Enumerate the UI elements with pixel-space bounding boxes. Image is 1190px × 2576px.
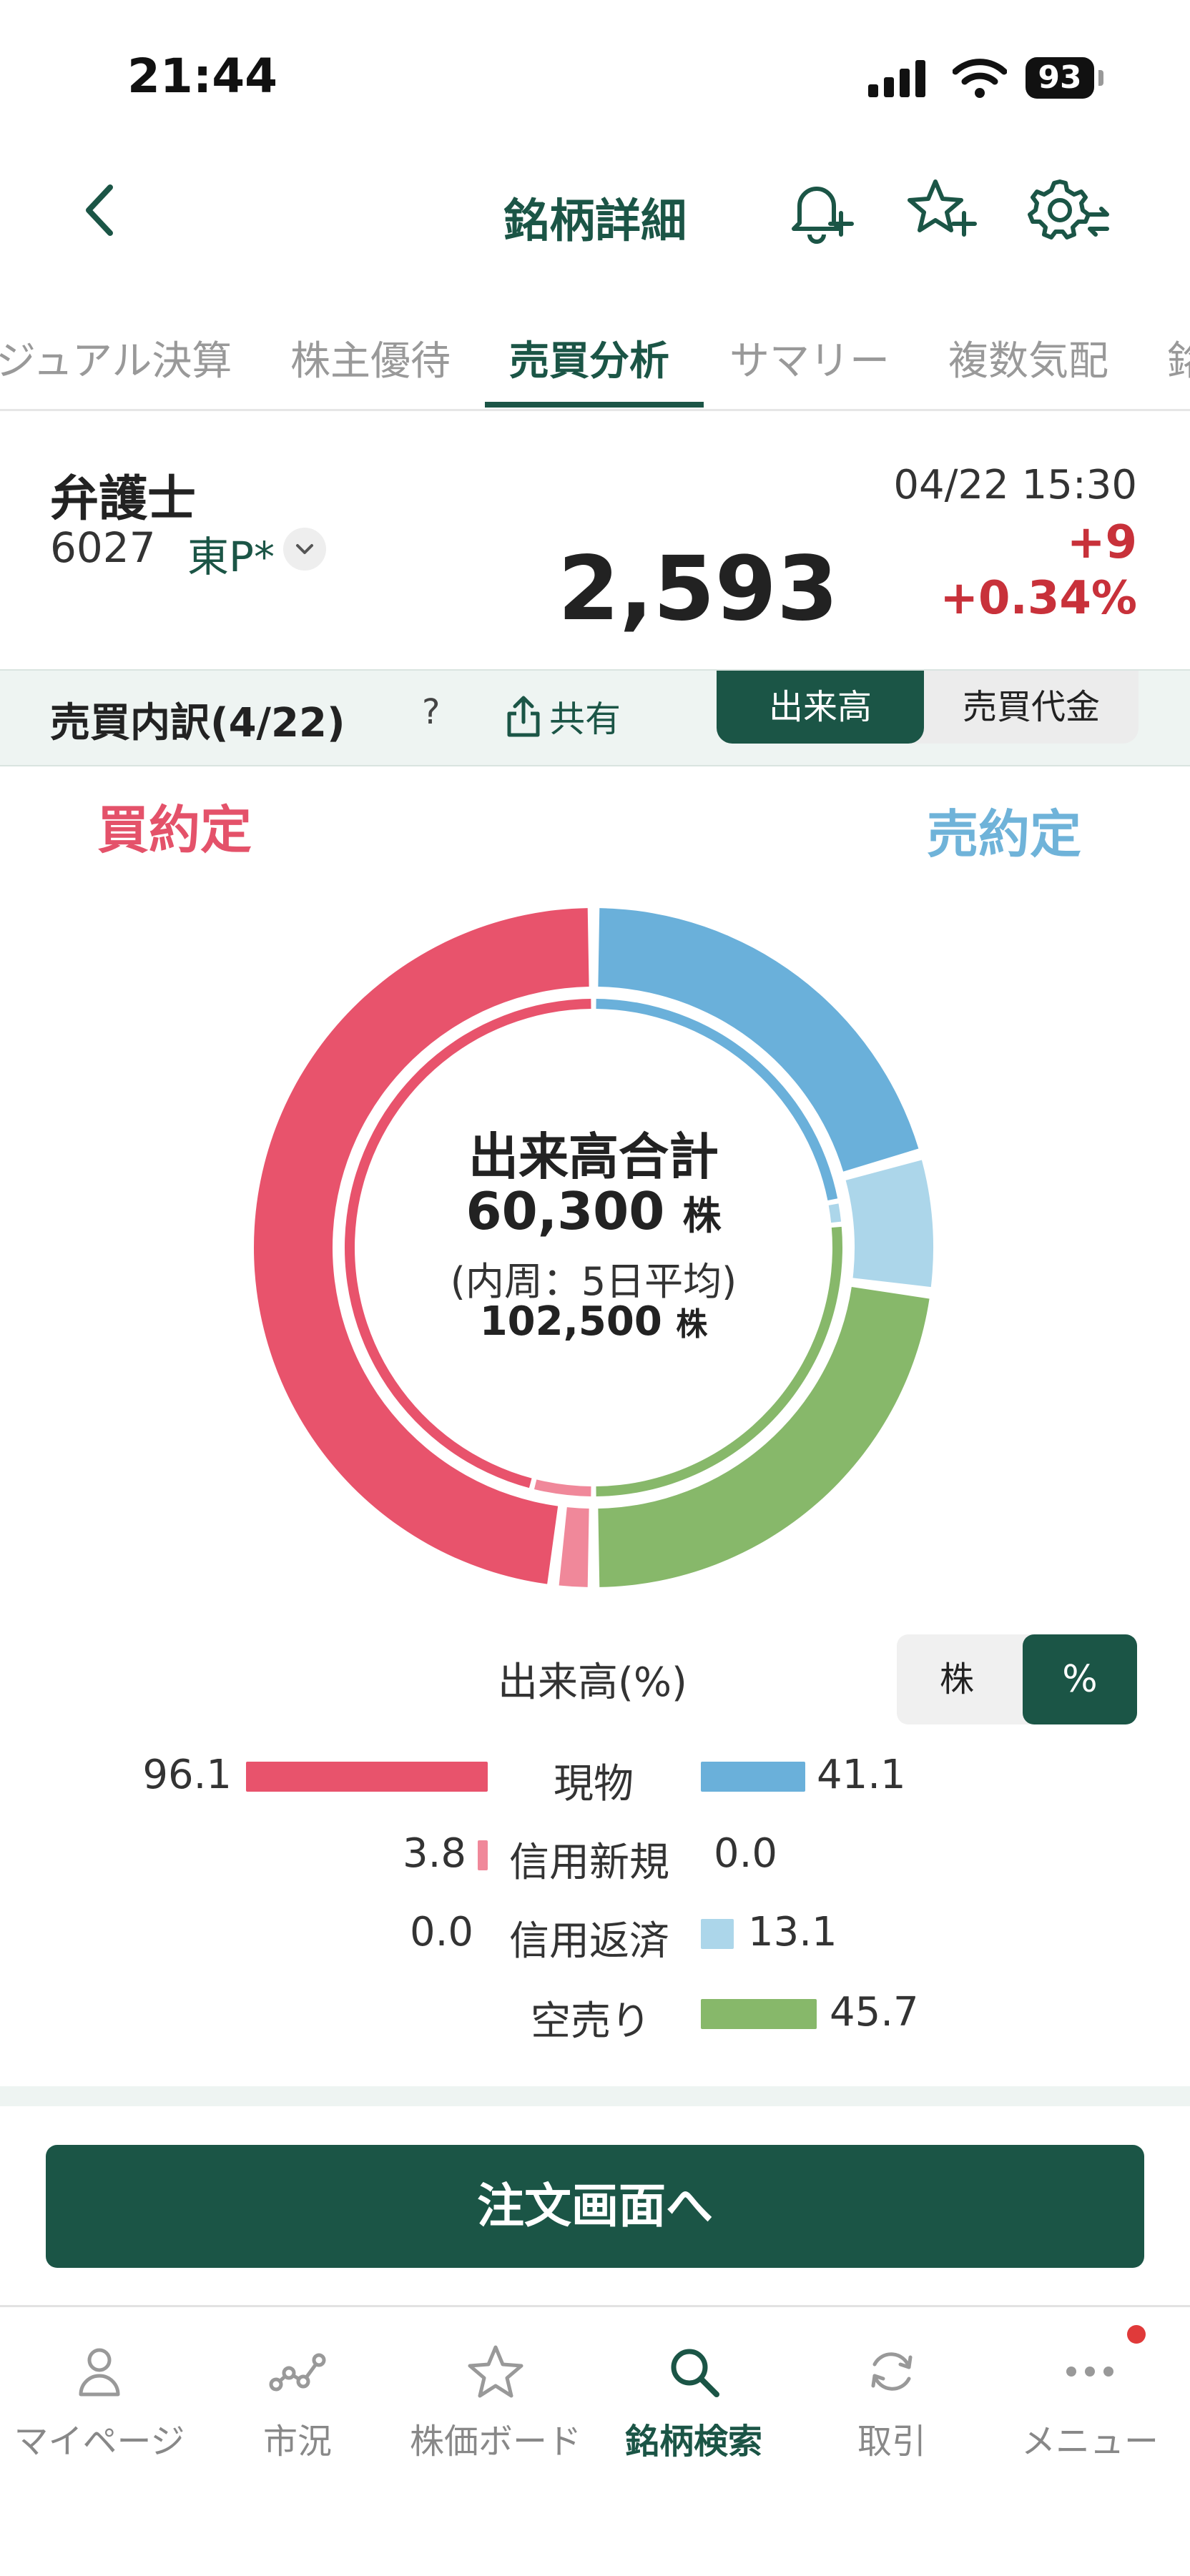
search-icon bbox=[671, 2349, 719, 2397]
chart-center-title: 出来高合計 bbox=[468, 1127, 719, 1186]
segment-volume[interactable]: 出来高 bbox=[717, 671, 924, 744]
sell-bar bbox=[701, 1999, 817, 2029]
tab-multi-quotes[interactable]: 複数気配 bbox=[948, 329, 1108, 387]
tab-bar: ジュアル決算 株主優待 売買分析 サマリー 複数気配 銘 bbox=[0, 300, 1190, 411]
market-chart-icon bbox=[269, 2353, 326, 2392]
stock-code: 6027 bbox=[50, 523, 156, 572]
star-icon bbox=[468, 2345, 523, 2398]
breakdown-title: 出来高(%) bbox=[498, 1659, 687, 1706]
tab-shareholder-benefits[interactable]: 株主優待 bbox=[290, 329, 451, 387]
segment-trading-value[interactable]: 売買代金 bbox=[924, 671, 1139, 744]
sell-value: 0.0 bbox=[714, 1830, 778, 1877]
nav-market[interactable]: 市況 bbox=[198, 2307, 397, 2493]
nav-stock-search[interactable]: 銘柄検索 bbox=[594, 2307, 793, 2493]
donut-outer-segment-3 bbox=[559, 1507, 589, 1587]
settings-sync-icon[interactable] bbox=[1027, 174, 1110, 246]
stock-price: 2,593 bbox=[558, 538, 839, 641]
nav-trade[interactable]: 取引 bbox=[792, 2307, 991, 2493]
row-label: 信用返済 bbox=[509, 1918, 669, 1965]
toggle-shares[interactable]: 株 bbox=[897, 1634, 1017, 1724]
price-change: +9 bbox=[1066, 516, 1137, 569]
sell-bar bbox=[701, 1762, 805, 1792]
nav-label: 株価ボード bbox=[409, 2422, 581, 2462]
help-icon[interactable]: ? bbox=[422, 692, 440, 732]
section-title: 売買内訳(4/22) bbox=[50, 700, 345, 746]
breakdown-row-margin-close: 0.0 信用返済 13.1 bbox=[0, 1902, 1190, 1966]
status-time: 21:44 bbox=[127, 49, 278, 104]
order-button[interactable]: 注文画面へ bbox=[46, 2145, 1144, 2268]
person-icon bbox=[79, 2348, 120, 2397]
notification-dot bbox=[1127, 2325, 1146, 2344]
buy-bar bbox=[478, 1840, 488, 1870]
average-volume: 102,500 bbox=[479, 1298, 662, 1345]
metric-segmented-control: 出来高 売買代金 bbox=[717, 671, 1139, 744]
section-bar: 売買内訳(4/22) ? 共有 出来高 売買代金 bbox=[0, 669, 1190, 766]
battery-indicator: 93 bbox=[1026, 57, 1094, 99]
unit-toggle: 株 % bbox=[897, 1634, 1137, 1724]
chevron-down-icon[interactable] bbox=[283, 528, 326, 571]
buy-label: 買約定 bbox=[97, 800, 252, 860]
buy-bar bbox=[246, 1762, 488, 1792]
row-label: 信用新規 bbox=[509, 1840, 669, 1886]
wifi-icon bbox=[953, 59, 1007, 98]
nav-mypage[interactable]: マイページ bbox=[0, 2307, 199, 2493]
row-label: 現物 bbox=[554, 1761, 634, 1807]
alert-add-icon[interactable] bbox=[785, 177, 857, 246]
chart-center-total: 60,300 株 bbox=[322, 1181, 865, 1241]
buy-value: 96.1 bbox=[142, 1752, 232, 1798]
buy-value: 0.0 bbox=[409, 1909, 473, 1955]
more-icon bbox=[1066, 2367, 1113, 2377]
quote-datetime: 04/22 15:30 bbox=[893, 462, 1137, 508]
page-title: 銘柄詳細 bbox=[503, 195, 687, 248]
sell-value: 13.1 bbox=[748, 1909, 837, 1955]
stock-market[interactable]: 東P* bbox=[187, 523, 275, 583]
sell-bar bbox=[701, 1919, 734, 1949]
sell-label: 売約定 bbox=[927, 804, 1082, 864]
toggle-percent[interactable]: % bbox=[1023, 1634, 1137, 1724]
buy-value: 3.8 bbox=[402, 1830, 466, 1877]
price-change-percent: +0.34% bbox=[940, 572, 1137, 625]
breakdown-row-margin-new: 3.8 信用新規 0.0 bbox=[0, 1823, 1190, 1887]
row-label: 空売り bbox=[531, 1998, 651, 2045]
favorite-add-icon[interactable] bbox=[907, 176, 978, 245]
chart-center-average: 102,500 株 bbox=[322, 1298, 865, 1345]
stock-name: 弁護士 bbox=[50, 471, 197, 528]
share-icon bbox=[507, 696, 540, 737]
sell-value: 41.1 bbox=[817, 1752, 906, 1798]
share-button[interactable]: 共有 bbox=[505, 684, 621, 749]
nav-label: マイページ bbox=[14, 2422, 185, 2462]
average-unit: 株 bbox=[676, 1306, 708, 1343]
total-volume: 60,300 bbox=[466, 1181, 665, 1241]
total-unit: 株 bbox=[682, 1193, 722, 1238]
tab-visual-earnings[interactable]: ジュアル決算 bbox=[0, 329, 232, 387]
sell-value: 45.7 bbox=[830, 1989, 919, 2035]
nav-label: 市況 bbox=[262, 2422, 332, 2462]
tab-summary[interactable]: サマリー bbox=[729, 329, 890, 387]
breakdown-row-short-sell: 空売り 45.7 bbox=[0, 1982, 1190, 2046]
signal-icon bbox=[868, 60, 930, 97]
tab-more[interactable]: 銘 bbox=[1167, 329, 1190, 387]
battery-nub bbox=[1098, 70, 1103, 86]
nav-menu[interactable]: メニュー bbox=[990, 2307, 1189, 2493]
nav-stock-board[interactable]: 株価ボード bbox=[396, 2307, 595, 2493]
share-label: 共有 bbox=[549, 699, 621, 740]
refresh-icon bbox=[871, 2352, 913, 2391]
volume-donut-chart bbox=[254, 908, 933, 1587]
tab-active-indicator bbox=[485, 402, 704, 408]
nav-label: メニュー bbox=[1021, 2422, 1159, 2462]
nav-label: 銘柄検索 bbox=[624, 2422, 762, 2462]
nav-label: 取引 bbox=[857, 2422, 926, 2462]
donut-inner-segment-3 bbox=[533, 1479, 591, 1496]
tab-trade-analysis[interactable]: 売買分析 bbox=[509, 329, 669, 387]
breakdown-row-cash: 96.1 現物 41.1 bbox=[0, 1745, 1190, 1809]
section-divider bbox=[0, 2086, 1190, 2106]
bottom-nav: マイページ 市況 株価ボード 銘柄検索 取引 メニュー bbox=[0, 2305, 1190, 2576]
